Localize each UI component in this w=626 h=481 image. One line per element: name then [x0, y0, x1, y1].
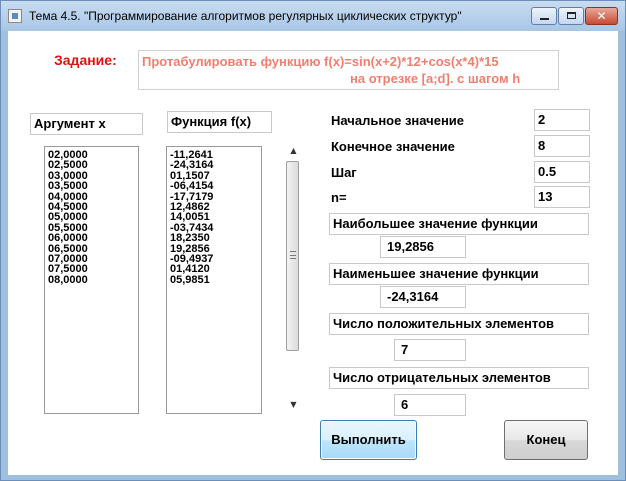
function-listbox[interactable]: -11,2641 -24,3164 01,1507 -06,4154 -17,7… — [166, 146, 262, 414]
argument-listbox[interactable]: 02,0000 02,5000 03,0000 03,5000 04,0000 … — [44, 146, 139, 414]
max-value-field[interactable]: 19,2856 — [380, 236, 466, 258]
list-item[interactable]: 08,0000 — [45, 274, 138, 285]
task-text-line-2: на отрезке [a;d]. с шагом h — [350, 71, 521, 86]
window-title: Тема 4.5. "Программирование алгоритмов р… — [29, 9, 462, 23]
scroll-down-icon[interactable]: ▼ — [285, 398, 302, 412]
close-button[interactable]: ✕ — [585, 7, 618, 25]
minimize-icon — [540, 18, 549, 20]
function-header: Функция f(x) — [167, 111, 272, 133]
negative-count-label: Число отрицательных элементов — [329, 367, 589, 389]
n-label: n= — [331, 190, 347, 205]
step-label: Шаг — [331, 165, 357, 180]
close-icon: ✕ — [596, 9, 607, 23]
negative-count-field[interactable]: 6 — [394, 394, 466, 416]
start-value-input[interactable]: 2 — [534, 109, 590, 131]
title-bar[interactable]: Тема 4.5. "Программирование алгоритмов р… — [1, 1, 625, 31]
end-value-input[interactable]: 8 — [534, 135, 590, 157]
scroll-up-icon[interactable]: ▲ — [285, 144, 302, 158]
task-text-line-1: Протабулировать функцию f(x)=sin(x+2)*12… — [142, 54, 499, 69]
maximize-icon — [567, 12, 576, 19]
exit-button[interactable]: Конец — [504, 420, 588, 460]
app-window: Тема 4.5. "Программирование алгоритмов р… — [0, 0, 626, 481]
app-icon — [8, 9, 22, 23]
form-client-area: Задание: Протабулировать функцию f(x)=si… — [8, 31, 618, 475]
argument-header: Аргумент x — [30, 113, 143, 135]
run-button[interactable]: Выполнить — [320, 420, 417, 460]
argument-list: 02,0000 02,5000 03,0000 03,5000 04,0000 … — [45, 147, 138, 285]
minimize-button[interactable] — [531, 7, 557, 25]
task-label: Задание: — [54, 52, 117, 68]
n-input[interactable]: 13 — [534, 186, 590, 208]
list-scrollbar[interactable]: ▲ ▼ — [285, 144, 302, 412]
max-value-label: Наибольшее значение функции — [329, 213, 589, 235]
step-input[interactable]: 0.5 — [534, 161, 590, 183]
maximize-button[interactable] — [558, 7, 584, 25]
grip-icon — [290, 251, 296, 259]
scrollbar-thumb[interactable] — [286, 161, 299, 351]
task-description-box: Протабулировать функцию f(x)=sin(x+2)*12… — [138, 50, 559, 90]
positive-count-label: Число положительных элементов — [329, 313, 589, 335]
start-value-label: Начальное значение — [331, 113, 465, 128]
min-value-field[interactable]: -24,3164 — [380, 286, 466, 308]
list-item[interactable]: 05,9851 — [167, 274, 261, 285]
function-list: -11,2641 -24,3164 01,1507 -06,4154 -17,7… — [167, 147, 261, 285]
end-value-label: Конечное значение — [331, 139, 455, 154]
positive-count-field[interactable]: 7 — [394, 339, 466, 361]
min-value-label: Наименьшее значение функции — [329, 263, 589, 285]
